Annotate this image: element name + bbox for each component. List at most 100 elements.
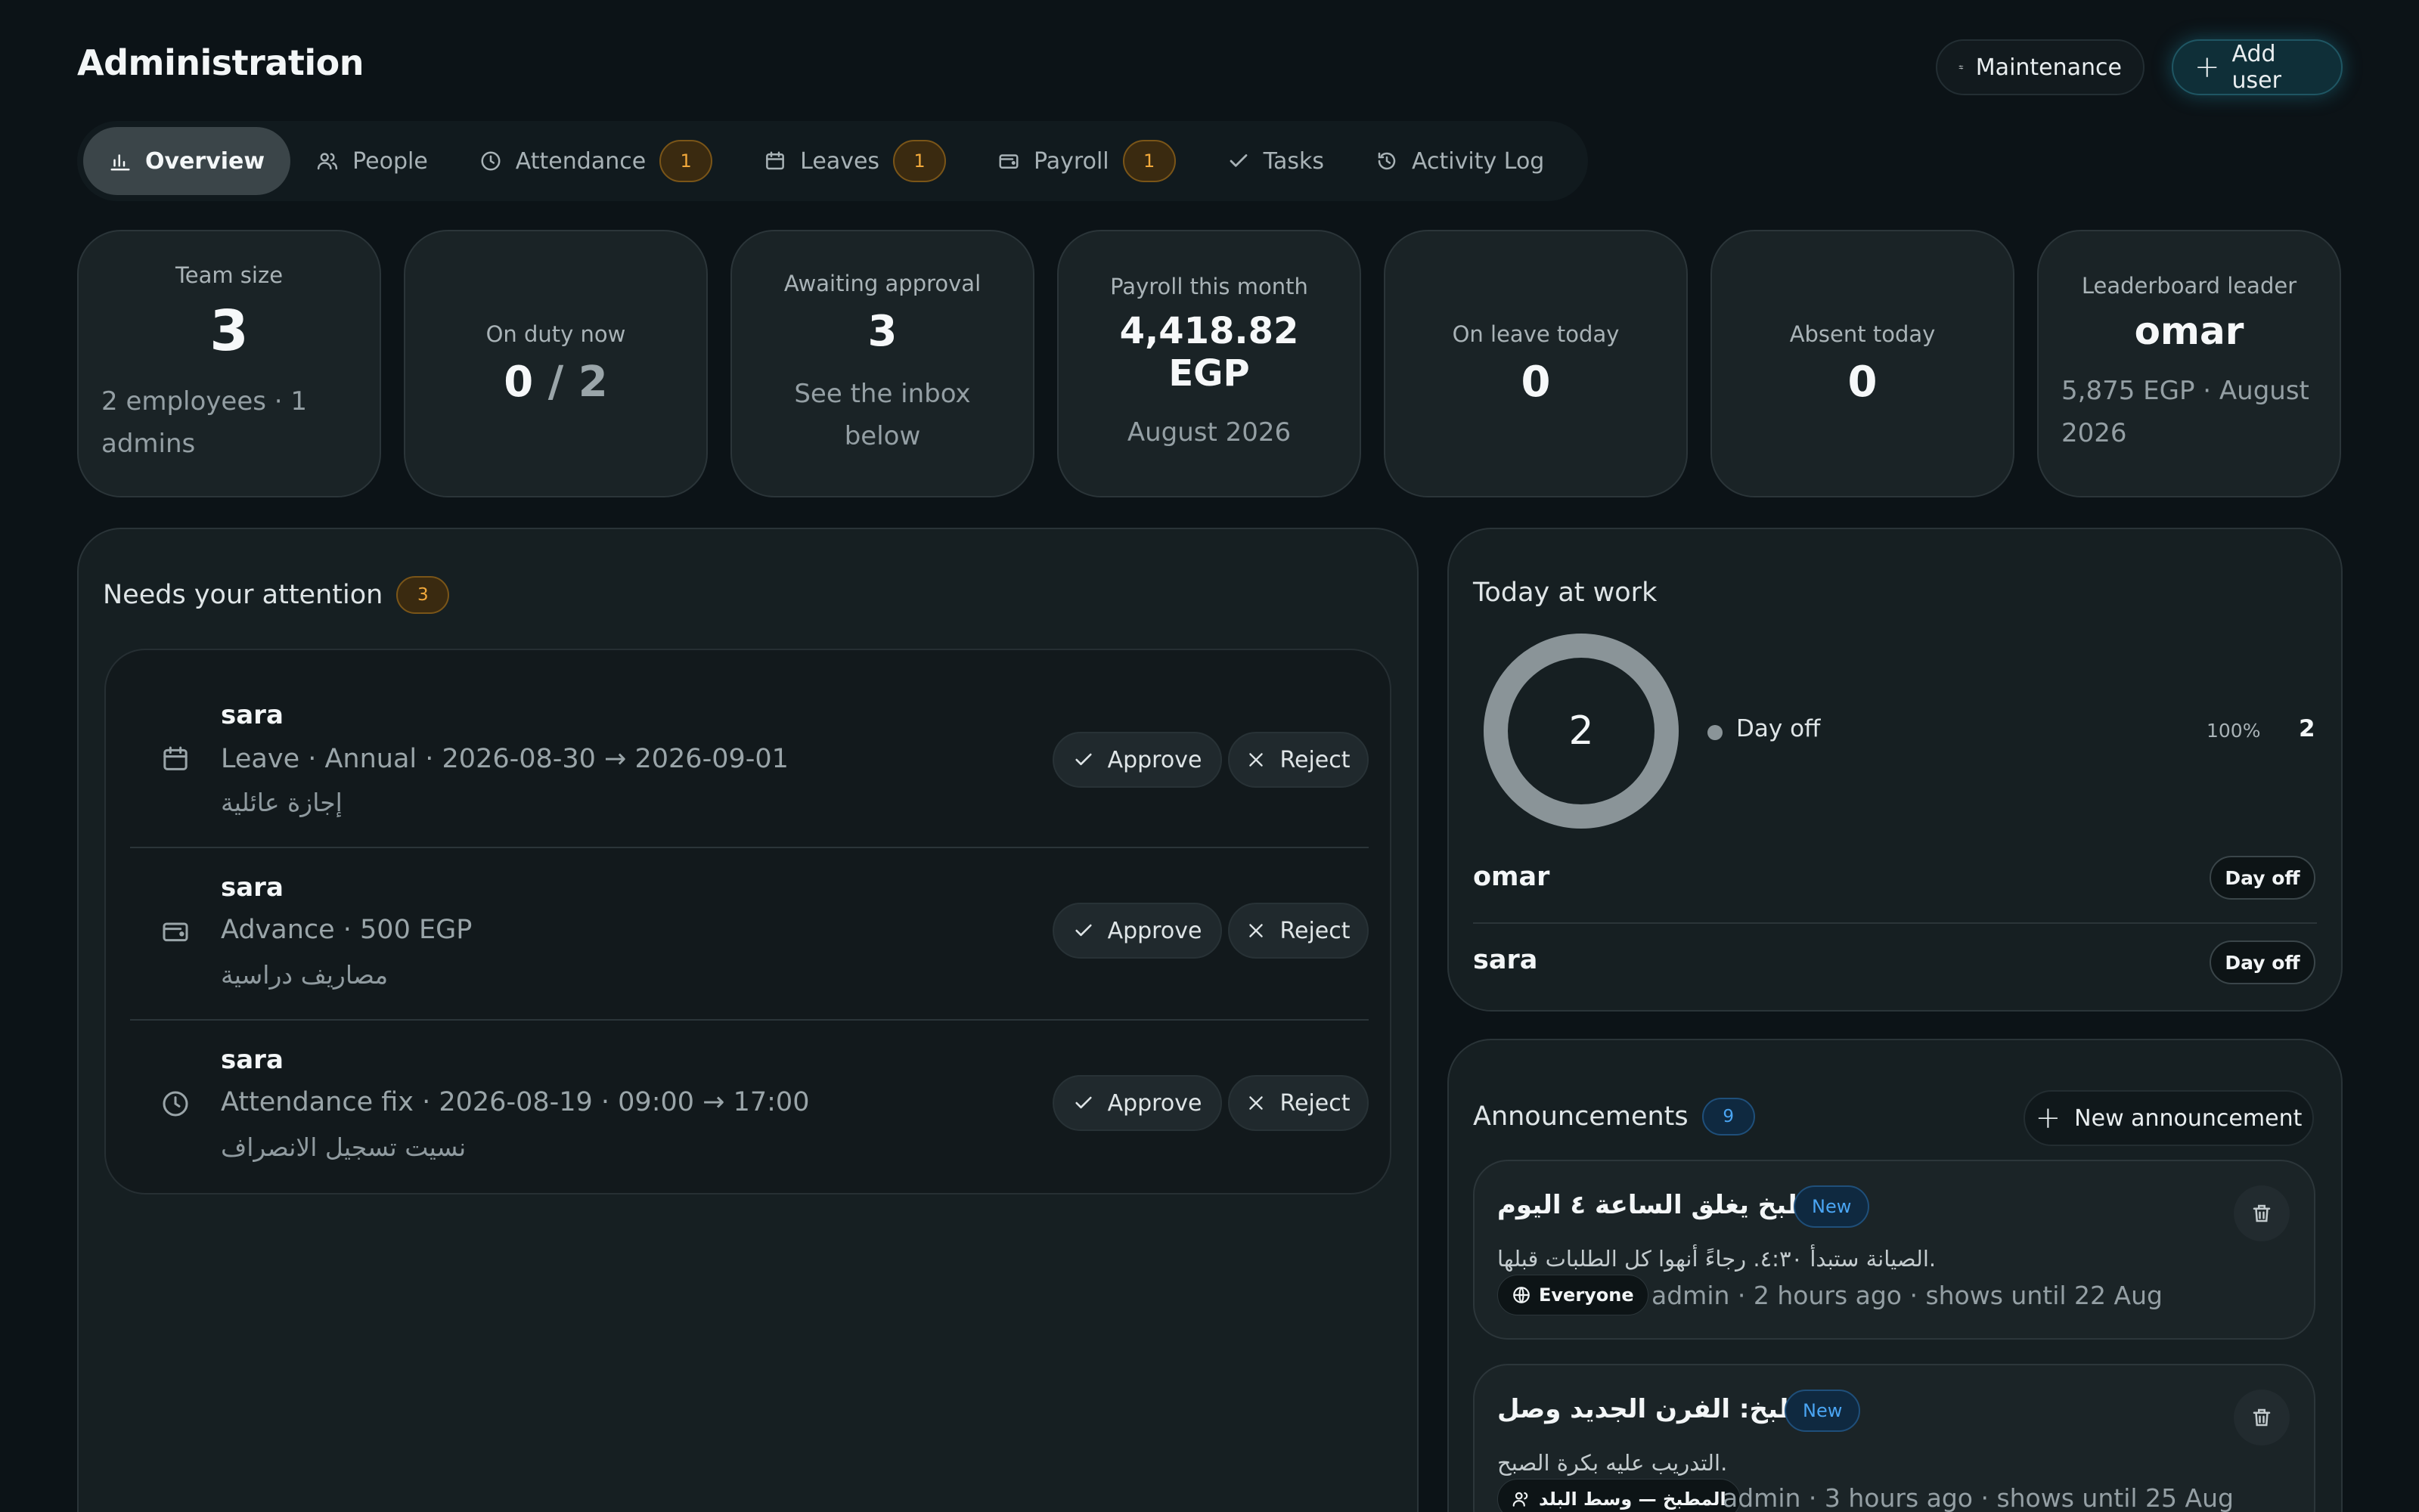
stat-label: On duty now bbox=[485, 321, 626, 347]
item-detail: Attendance fix · 2026-08-19 · 09:00 → 17… bbox=[221, 1087, 810, 1117]
stat-card-on-leave: On leave today 0 bbox=[1384, 230, 1688, 497]
audience-label: Everyone bbox=[1539, 1284, 1634, 1306]
approve-label: Approve bbox=[1107, 917, 1202, 944]
stat-label: Payroll this month bbox=[1110, 274, 1308, 299]
donut-total: 2 bbox=[1568, 708, 1594, 754]
add-user-button[interactable]: + Add user bbox=[2172, 39, 2343, 95]
tab-label: Tasks bbox=[1263, 147, 1325, 175]
check-icon bbox=[1075, 1096, 1092, 1109]
item-detail: Advance · 500 EGP bbox=[221, 915, 473, 945]
person-name: omar bbox=[1473, 862, 1550, 892]
person-name: sara bbox=[1473, 945, 1538, 975]
plus-icon: + bbox=[2194, 50, 2220, 85]
attention-count-badge: 3 bbox=[396, 576, 450, 614]
stat-value: 0 bbox=[1847, 357, 1878, 407]
stat-label: Leaderboard leader bbox=[2081, 273, 2297, 299]
calendar-icon bbox=[766, 151, 785, 170]
announcements-title: Announcements 9 bbox=[1473, 1098, 1755, 1136]
item-note: نسيت تسجيل الانصراف bbox=[221, 1132, 467, 1162]
maintenance-button[interactable]: Maintenance bbox=[1936, 39, 2145, 95]
new-announcement-label: New announcement bbox=[2074, 1105, 2303, 1132]
tab-payroll[interactable]: Payroll 1 bbox=[972, 127, 1202, 195]
close-icon bbox=[1249, 1096, 1264, 1110]
tab-bar: Overview People Attendance 1 Leaves 1 Pa… bbox=[77, 121, 1588, 201]
delete-announcement-button[interactable] bbox=[2234, 1390, 2290, 1445]
inbox-item: sara Attendance fix · 2026-08-19 · 09:00… bbox=[130, 995, 1369, 1167]
reject-button[interactable]: Reject bbox=[1228, 903, 1369, 959]
clock-icon bbox=[481, 151, 501, 171]
legend-dot-day-off bbox=[1707, 725, 1723, 740]
tab-label: Attendance bbox=[515, 147, 647, 175]
announcement-body: التدريب عليه بكرة الصبح. bbox=[1497, 1450, 1728, 1476]
tab-attendance[interactable]: Attendance 1 bbox=[454, 127, 738, 195]
new-badge: New bbox=[1794, 1185, 1870, 1228]
tab-badge: 1 bbox=[659, 140, 713, 182]
stat-sub: August 2026 bbox=[1127, 417, 1292, 448]
tab-tasks[interactable]: Tasks bbox=[1202, 127, 1350, 195]
trash-icon bbox=[2253, 1204, 2271, 1222]
tab-badge: 1 bbox=[1122, 140, 1176, 182]
reject-label: Reject bbox=[1279, 917, 1351, 944]
item-detail: Leave · Annual · 2026-08-30 → 2026-09-01 bbox=[221, 744, 789, 774]
today-title: Today at work bbox=[1473, 578, 1658, 608]
new-badge: New bbox=[1785, 1390, 1861, 1432]
stat-value: 0 bbox=[1521, 357, 1551, 407]
approve-button[interactable]: Approve bbox=[1053, 1075, 1222, 1131]
tab-label: Overview bbox=[145, 147, 265, 175]
reject-button[interactable]: Reject bbox=[1228, 732, 1369, 788]
tab-people[interactable]: People bbox=[290, 127, 454, 195]
item-note: إجازة عائلية bbox=[221, 788, 343, 817]
inbox-list: sara Leave · Annual · 2026-08-30 → 2026-… bbox=[104, 649, 1391, 1194]
tab-activity-log[interactable]: Activity Log bbox=[1350, 127, 1570, 195]
stat-value: 4,418.82 EGP bbox=[1119, 310, 1299, 395]
stat-value: omar bbox=[2134, 309, 2244, 353]
audience-badge: المطبخ — وسط البلد bbox=[1497, 1479, 1741, 1512]
item-name: sara bbox=[221, 1045, 284, 1075]
clock-icon bbox=[163, 1091, 188, 1117]
tab-overview[interactable]: Overview bbox=[83, 127, 291, 195]
divider bbox=[1473, 922, 2317, 924]
inbox-item: sara Leave · Annual · 2026-08-30 → 2026-… bbox=[130, 650, 1369, 823]
tab-badge: 1 bbox=[893, 140, 947, 182]
attention-title-text: Needs your attention bbox=[103, 580, 383, 610]
stat-card-awaiting-approval: Awaiting approval 3 See the inbox below bbox=[730, 230, 1034, 497]
status-badge: Day off bbox=[2210, 856, 2315, 900]
delete-announcement-button[interactable] bbox=[2234, 1185, 2290, 1241]
calendar-icon bbox=[163, 746, 188, 770]
stat-label: On leave today bbox=[1452, 321, 1620, 347]
stat-card-payroll: Payroll this month 4,418.82 EGP August 2… bbox=[1057, 230, 1361, 497]
new-announcement-button[interactable]: + New announcement bbox=[2024, 1090, 2314, 1146]
wallet-icon bbox=[163, 922, 188, 942]
item-note: مصاريف دراسية bbox=[221, 960, 389, 990]
stat-sub: 5,875 EGP · August 2026 bbox=[2061, 376, 2309, 448]
tab-leaves[interactable]: Leaves 1 bbox=[738, 127, 972, 195]
check-icon bbox=[1075, 924, 1092, 937]
announcement-meta: admin · 2 hours ago · shows until 22 Aug bbox=[1651, 1281, 2163, 1310]
announcements-count-badge: 9 bbox=[1701, 1098, 1755, 1136]
reject-label: Reject bbox=[1279, 746, 1351, 773]
check-icon bbox=[1075, 753, 1092, 766]
stat-sub: 2 employees · 1 admins bbox=[101, 386, 308, 459]
attention-title: Needs your attention 3 bbox=[103, 576, 450, 614]
announcement-meta: admin · 3 hours ago · shows until 25 Aug bbox=[1723, 1483, 2234, 1512]
on-duty-total: / 2 bbox=[547, 357, 608, 407]
approve-button[interactable]: Approve bbox=[1053, 903, 1222, 959]
on-duty-count: 0 bbox=[504, 357, 534, 407]
status-badge: Day off bbox=[2210, 940, 2315, 984]
page-title: Administration bbox=[77, 42, 364, 83]
stat-label: Absent today bbox=[1789, 321, 1936, 347]
reject-button[interactable]: Reject bbox=[1228, 1075, 1369, 1131]
stat-card-absent: Absent today 0 bbox=[1710, 230, 2014, 497]
history-icon bbox=[1378, 152, 1396, 170]
sliders-icon bbox=[1958, 65, 1964, 70]
approve-label: Approve bbox=[1107, 746, 1202, 773]
bar-chart-icon bbox=[110, 154, 130, 171]
approve-button[interactable]: Approve bbox=[1053, 732, 1222, 788]
stat-value: 3 bbox=[867, 306, 898, 356]
people-icon bbox=[317, 153, 338, 170]
stat-card-leaderboard: Leaderboard leader omar 5,875 EGP · Augu… bbox=[2037, 230, 2341, 497]
stat-card-on-duty: On duty now 0 / 2 bbox=[404, 230, 708, 497]
announcement-body: الصيانة ستبدأ ٤:٣٠. رجاءً أنهوا كل الطلب… bbox=[1497, 1246, 1937, 1272]
stat-label: Awaiting approval bbox=[783, 270, 982, 296]
globe-icon bbox=[1513, 1287, 1530, 1303]
